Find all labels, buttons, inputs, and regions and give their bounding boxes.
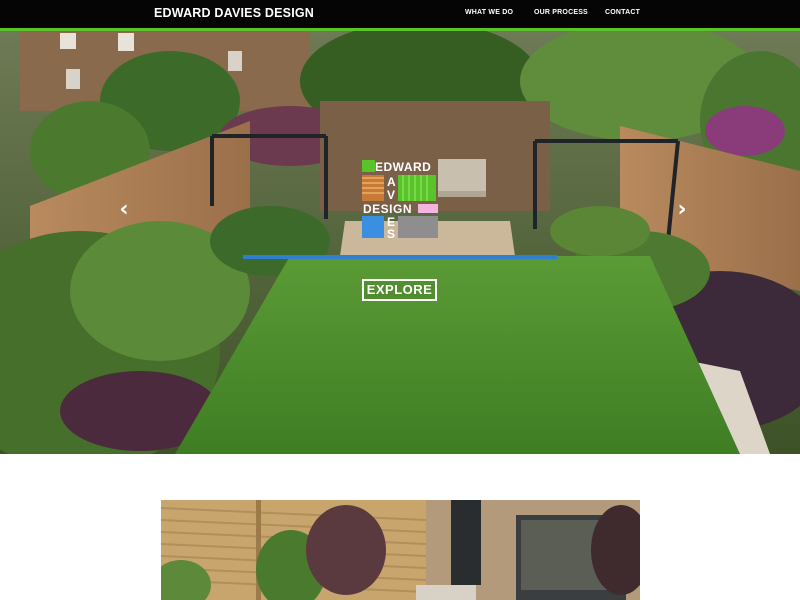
nav-what-we-do[interactable]: WHAT WE DO <box>465 9 513 16</box>
featured-project-section <box>0 454 800 600</box>
nav-contact[interactable]: CONTACT <box>605 9 640 16</box>
featured-project-photo[interactable] <box>161 500 640 600</box>
logo-letter-s: S <box>387 227 396 241</box>
main-nav: WHAT WE DO OUR PROCESS CONTACT <box>0 9 800 21</box>
edward-davies-design-logo: EDWARD A V DESIGN E S <box>362 160 440 240</box>
logo-word-edward: EDWARD <box>375 160 432 174</box>
garden-photo <box>0 31 800 454</box>
logo-letter-a: A <box>387 175 397 189</box>
logo-word-design: DESIGN <box>363 202 413 216</box>
hero-slider: ‹ › EDWARD A V DESIGN E S EXPLORE <box>0 31 800 454</box>
explore-button[interactable]: EXPLORE <box>362 279 437 301</box>
site-header: EDWARD DAVIES DESIGN WHAT WE DO OUR PROC… <box>0 0 800 28</box>
next-slide-arrow-icon[interactable]: › <box>672 196 692 224</box>
prev-slide-arrow-icon[interactable]: ‹ <box>114 196 134 224</box>
logo-letter-v: V <box>387 188 396 202</box>
nav-our-process[interactable]: OUR PROCESS <box>534 9 588 16</box>
